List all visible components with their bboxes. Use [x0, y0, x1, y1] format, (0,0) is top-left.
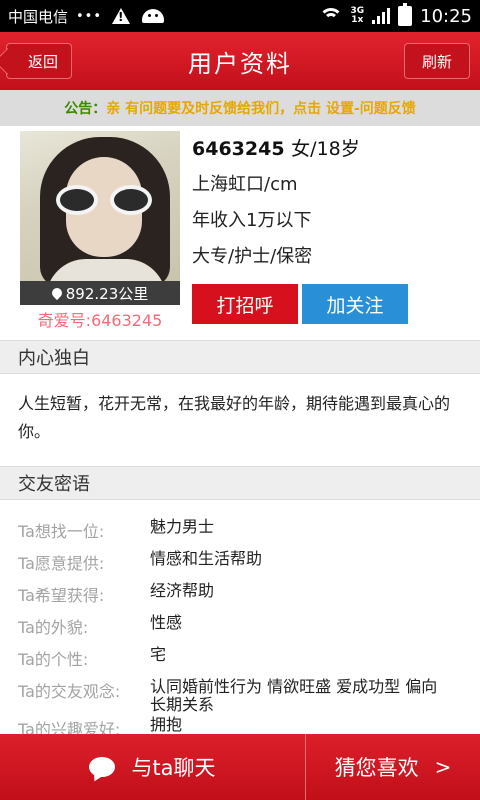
announcement-message: 亲 有问题要及时反馈给我们，点击 设置-问题反馈 — [106, 101, 416, 117]
distance-value: 892.23公里 — [65, 284, 149, 303]
warning-icon — [112, 8, 131, 24]
user-id: 6463245 — [192, 138, 285, 160]
gender-age: 女/18岁 — [291, 138, 360, 160]
item-key: Ta愿意提供: — [18, 554, 105, 573]
item-value: 情感和生活帮助 — [150, 549, 263, 568]
location-pin-icon — [49, 285, 64, 301]
item-value: 魅力男士 — [150, 517, 215, 536]
back-button[interactable]: 返回 — [6, 43, 72, 79]
recommendations-label: 猜您喜欢 — [334, 756, 419, 780]
battery-icon — [398, 3, 413, 26]
item-value: 宅 — [150, 645, 167, 664]
item-key: Ta想找一位: — [18, 522, 105, 541]
profile-card: 892.23公里 奇爱号:6463245 6463245 女/18岁 上海虹口/… — [0, 126, 480, 340]
greet-button[interactable]: 打招呼 — [192, 284, 298, 324]
wifi-icon — [320, 8, 343, 24]
chat-button-label: 与ta聊天 — [131, 756, 216, 780]
qiai-id: 奇爱号:6463245 — [37, 311, 163, 330]
carrier-name: 中国电信 — [8, 7, 69, 26]
chat-bubble-icon — [89, 757, 116, 777]
chevron-right-icon: > — [434, 755, 452, 779]
back-button-label: 返回 — [27, 52, 58, 71]
item-key: Ta的交友观念: — [18, 682, 121, 701]
item-key: Ta希望获得: — [18, 586, 105, 605]
android-icon — [142, 9, 165, 23]
follow-button[interactable]: 加关注 — [302, 284, 408, 324]
education-job: 大专/护士/保密 — [192, 246, 313, 267]
clock: 10:25 — [420, 5, 472, 27]
dating-heading: 交友密语 — [0, 466, 480, 500]
item-value: 拥抱 — [150, 715, 183, 734]
more-notifications-dots: ••• — [76, 8, 103, 24]
profile-info: 6463245 女/18岁 上海虹口/cm 年收入1万以下 大专/护士/保密 — [192, 134, 360, 278]
refresh-button[interactable]: 刷新 — [404, 43, 470, 79]
chat-button[interactable]: 与ta聊天 — [0, 734, 306, 800]
location-height: 上海虹口/cm — [192, 174, 298, 195]
network-type-indicator: 3G 1x — [350, 6, 365, 25]
avatar[interactable] — [20, 131, 180, 281]
item-value: 经济帮助 — [150, 581, 215, 600]
item-value: 性感 — [150, 613, 183, 632]
announcement-label: 公告： — [64, 101, 107, 117]
recommendations-button[interactable]: 猜您喜欢 > — [306, 734, 480, 800]
monologue-heading: 内心独白 — [0, 340, 480, 374]
distance-badge: 892.23公里 — [20, 281, 180, 305]
page-title: 用户资料 — [188, 49, 292, 78]
monologue-text: 人生短暂，花开无常，在我最好的年龄，期待能遇到最真心的你。 — [18, 394, 451, 441]
bottom-action-bar: 与ta聊天 猜您喜欢 > — [0, 734, 480, 800]
income: 年收入1万以下 — [192, 210, 312, 231]
status-bar: 中国电信 ••• 3G1x 10:25 — [0, 0, 480, 32]
item-value: 认同婚前性行为 情欲旺盛 爱成功型 偏向长期关系 — [150, 677, 438, 714]
item-key: Ta的外貌: — [18, 618, 89, 637]
announcement-bar[interactable]: 公告： 亲 有问题要及时反馈给我们，点击 设置-问题反馈 — [0, 90, 480, 126]
signal-icon — [372, 8, 391, 24]
app-header: 返回 用户资料 刷新 — [0, 32, 480, 90]
item-key: Ta的个性: — [18, 650, 89, 669]
